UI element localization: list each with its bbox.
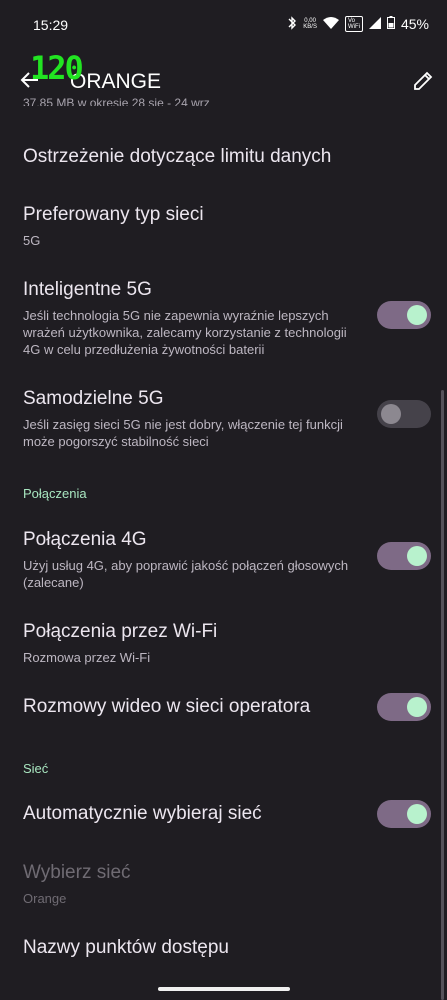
carrier-video-calls-item[interactable]: Rozmowy wideo w sieci operatora <box>23 695 363 719</box>
status-time: 15:29 <box>33 17 69 33</box>
scrollbar[interactable] <box>441 390 444 1000</box>
standalone-5g-toggle[interactable] <box>377 400 431 428</box>
data-limit-warning-item[interactable]: Ostrzeżenie dotyczące limitu danych <box>23 145 363 169</box>
clipped-data-usage: 37,85 MB w okresie 28 sie - 24 wrz <box>23 96 210 106</box>
vowifi-icon: Vo WiFi <box>344 16 363 32</box>
wifi-calling-item[interactable]: Połączenia przez Wi-Fi Rozmowa przez Wi-… <box>23 620 363 666</box>
wifi-icon <box>322 16 339 32</box>
home-indicator[interactable] <box>158 987 290 991</box>
toggle-knob <box>407 546 427 566</box>
battery-percent: 45% <box>400 16 429 32</box>
section-header-network: Sieć <box>23 761 49 776</box>
toggle-knob <box>407 804 427 824</box>
status-bar: 15:29 0,00 KB/S Vo WiFi 45% <box>0 0 447 52</box>
toggle-knob <box>407 305 427 325</box>
auto-select-network-toggle[interactable] <box>377 800 431 828</box>
toggle-knob <box>407 697 427 717</box>
access-point-names-item[interactable]: Nazwy punktów dostępu <box>23 936 363 960</box>
standalone-5g-item[interactable]: Samodzielne 5G Jeśli zasięg sieci 5G nie… <box>23 387 363 450</box>
section-header-calls: Połączenia <box>23 486 87 501</box>
battery-icon <box>386 16 395 32</box>
smart-5g-toggle[interactable] <box>377 301 431 329</box>
edit-pencil-icon[interactable] <box>412 70 434 92</box>
smart-5g-item[interactable]: Inteligentne 5G Jeśli technologia 5G nie… <box>23 278 363 358</box>
calls-4g-item[interactable]: Połączenia 4G Użyj usług 4G, aby poprawi… <box>23 528 363 591</box>
bluetooth-icon <box>287 15 297 33</box>
carrier-video-calls-toggle[interactable] <box>377 693 431 721</box>
fps-overlay: 120 <box>30 49 84 87</box>
signal-icon <box>368 16 381 32</box>
choose-network-item: Wybierz sieć Orange <box>23 862 131 906</box>
toggle-knob <box>381 404 401 424</box>
calls-4g-toggle[interactable] <box>377 542 431 570</box>
preferred-network-type-item[interactable]: Preferowany typ sieci 5G <box>23 203 363 249</box>
status-icons: 0,00 KB/S Vo WiFi 45% <box>287 14 429 34</box>
network-speed: 0,00 KB/S <box>303 18 317 30</box>
auto-select-network-item[interactable]: Automatycznie wybieraj sieć <box>23 802 363 826</box>
page-title: ORANGE <box>70 70 162 93</box>
